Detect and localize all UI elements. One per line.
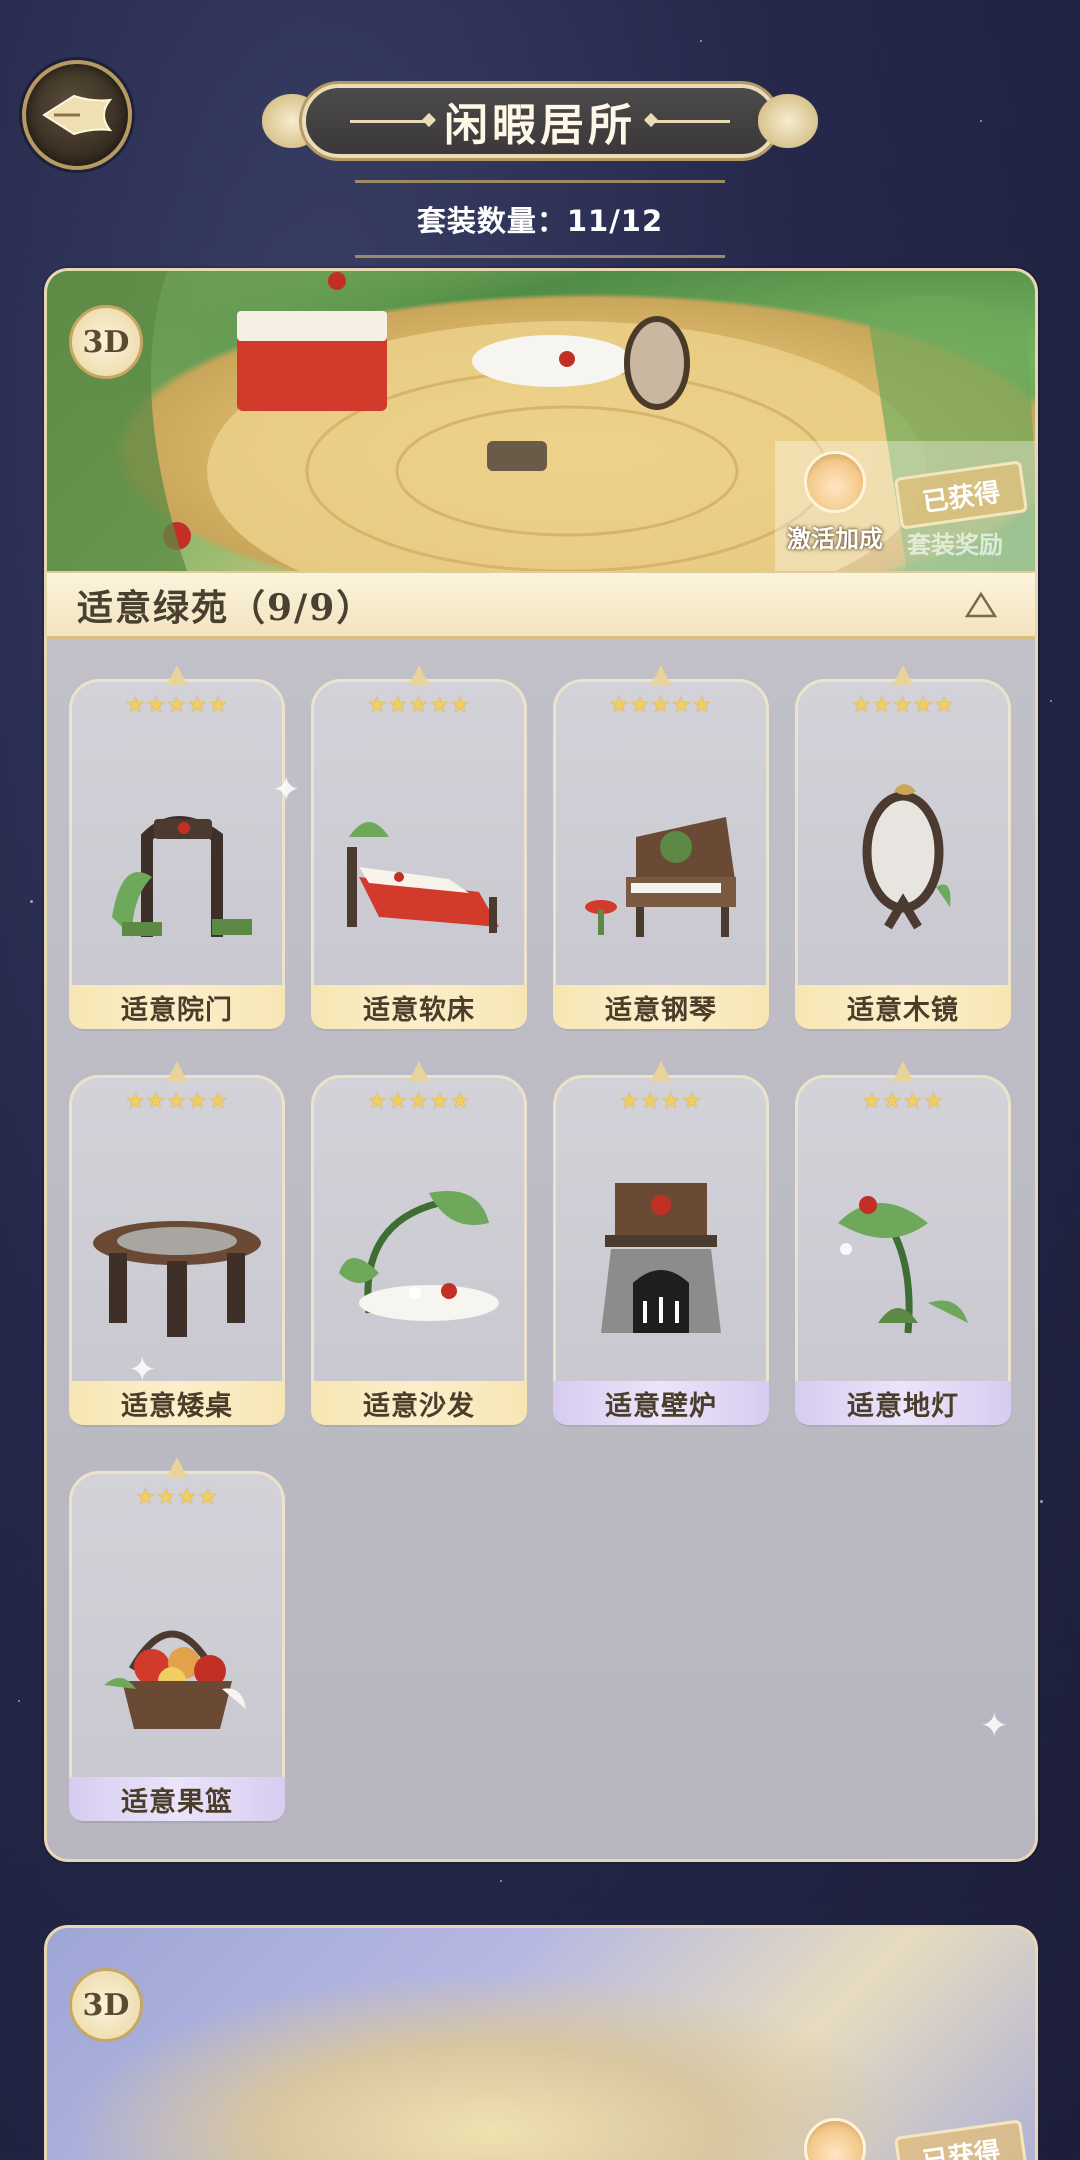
furniture-item[interactable]: ★★★★★ 适意软床 — [311, 665, 527, 1029]
mirror-icon — [811, 737, 995, 947]
gate-icon — [85, 737, 269, 947]
piano-icon — [569, 737, 753, 947]
title-plate: 闲暇居所 — [302, 84, 778, 158]
back-arrow-icon — [42, 94, 113, 136]
fruit-basket-icon — [85, 1529, 269, 1739]
crown-ornament-icon — [409, 665, 429, 685]
crown-ornament-icon — [167, 1457, 187, 1477]
fireplace-icon — [569, 1133, 753, 1343]
set-reward-label: 套装奖励 — [907, 531, 1003, 559]
item-name: 适意钢琴 — [553, 985, 769, 1029]
item-name: 适意地灯 — [795, 1381, 1011, 1425]
crown-ornament-icon — [651, 665, 671, 685]
furniture-item[interactable]: ★★★★★ 适意钢琴 — [553, 665, 769, 1029]
wing-ornament-icon — [758, 94, 818, 148]
furniture-item[interactable]: ★★★★ 适意果篮 — [69, 1457, 285, 1821]
activate-bonus-label: 激活加成 — [787, 525, 883, 553]
furniture-item[interactable]: ★★★★ 适意壁炉 — [553, 1061, 769, 1425]
set-name: 适意绿苑（9/9） — [77, 586, 375, 629]
character-avatar-icon — [804, 451, 866, 513]
furniture-item[interactable]: ★★★★★ 适意院门 — [69, 665, 285, 1029]
set-card: 3D 激活加成 已获得 套装奖励 适意绿苑（9/9） ★★★★★ 适意院门 ★★… — [44, 268, 1038, 1862]
star-rating: ★★★★★ — [367, 693, 471, 718]
collapse-triangle-icon[interactable] — [965, 591, 997, 619]
star-rating: ★★★★★ — [367, 1089, 471, 1114]
item-name: 适意院门 — [69, 985, 285, 1029]
star-rating: ★★★★ — [861, 1089, 945, 1114]
sparkle-icon: ✦ — [128, 1350, 157, 1390]
crown-ornament-icon — [167, 665, 187, 685]
item-name: 适意软床 — [311, 985, 527, 1029]
sofa-icon — [327, 1133, 511, 1343]
furniture-item[interactable]: ★★★★ 适意地灯 — [795, 1061, 1011, 1425]
set-name-bar[interactable]: 适意绿苑（9/9） — [47, 571, 1035, 639]
furniture-item[interactable]: ★★★★★ 适意木镜 — [795, 665, 1011, 1029]
star-rating: ★★★★ — [135, 1485, 219, 1510]
set-count-text: 套装数量：11/12 — [416, 204, 664, 238]
page-title-banner: 闲暇居所 — [262, 80, 818, 162]
star-rating: ★★★★★ — [851, 693, 955, 718]
low-table-icon — [85, 1133, 269, 1343]
page-title: 闲暇居所 — [444, 100, 636, 151]
crown-ornament-icon — [893, 1061, 913, 1081]
title-divider — [350, 119, 430, 123]
activate-bonus-button[interactable] — [775, 2118, 895, 2160]
3d-view-badge[interactable]: 3D — [69, 1968, 143, 2042]
title-divider — [650, 119, 730, 123]
crown-ornament-icon — [893, 665, 913, 685]
crown-ornament-icon — [651, 1061, 671, 1081]
star-rating: ★★★★★ — [609, 693, 713, 718]
item-name: 适意果篮 — [69, 1777, 285, 1821]
item-name: 适意木镜 — [795, 985, 1011, 1029]
set-preview-image[interactable]: 3D 激活加成 已获得 套装奖励 — [47, 271, 1035, 571]
crown-ornament-icon — [409, 1061, 429, 1081]
star-rating: ★★★★★ — [125, 1089, 229, 1114]
furniture-item[interactable]: ★★★★★ 适意矮桌 — [69, 1061, 285, 1425]
sparkle-icon: ✦ — [272, 770, 301, 810]
bed-icon — [327, 737, 511, 947]
3d-view-badge[interactable]: 3D — [69, 305, 143, 379]
activate-bonus-button[interactable]: 激活加成 — [775, 451, 895, 554]
floor-lamp-icon — [811, 1133, 995, 1343]
star-rating: ★★★★ — [619, 1089, 703, 1114]
back-button[interactable] — [22, 60, 132, 170]
item-name: 适意矮桌 — [69, 1381, 285, 1425]
crown-ornament-icon — [167, 1061, 187, 1081]
item-name: 适意沙发 — [311, 1381, 527, 1425]
set-count-bar: 套装数量：11/12 — [355, 180, 725, 258]
item-name: 适意壁炉 — [553, 1381, 769, 1425]
character-avatar-icon — [804, 2118, 866, 2160]
set-card[interactable]: 3D 已获得 — [44, 1925, 1038, 2160]
star-rating: ★★★★★ — [125, 693, 229, 718]
furniture-item[interactable]: ★★★★★ 适意沙发 — [311, 1061, 527, 1425]
sparkle-icon: ✦ — [980, 1706, 1009, 1746]
obtained-stamp: 已获得 — [894, 2119, 1028, 2160]
